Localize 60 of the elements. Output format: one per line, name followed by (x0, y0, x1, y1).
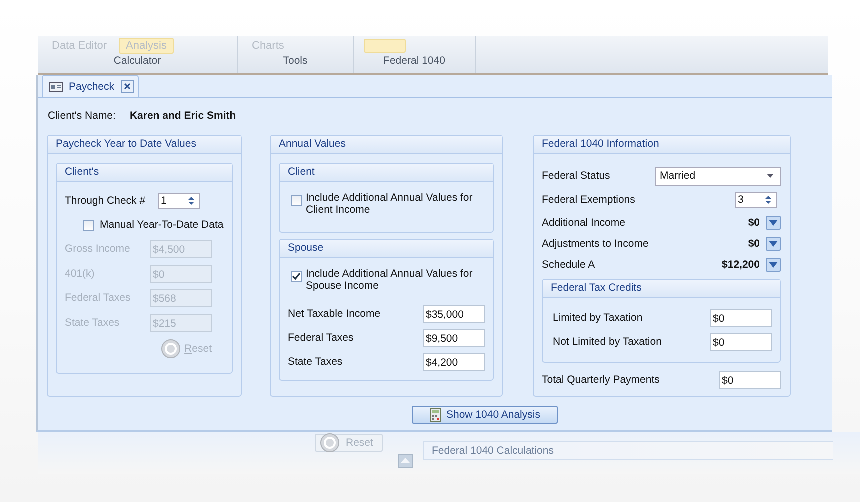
spin-field[interactable]: 1 (158, 193, 200, 209)
panel-title: Federal 1040 Information (534, 136, 790, 154)
panel-title: Federal 1040 Calculations (432, 445, 554, 457)
spin-field[interactable]: 3 (735, 192, 777, 208)
checkbox[interactable] (291, 271, 302, 282)
field-label: Additional Income (542, 216, 626, 228)
field-label: State Taxes (65, 316, 120, 329)
refresh-icon (160, 339, 181, 359)
checkbox[interactable] (291, 195, 302, 206)
group-title: Client's (57, 164, 232, 182)
field-label: Total Quarterly Payments (542, 374, 660, 386)
group-title: Spouse (280, 240, 493, 258)
input-field[interactable]: $4,200 (423, 353, 485, 371)
group-title: Client (280, 164, 493, 182)
client-name: Karen and Eric Smith (130, 110, 236, 124)
dropdown-button-icon[interactable] (766, 258, 781, 272)
close-icon[interactable] (120, 80, 134, 93)
amount: $0 (748, 216, 760, 228)
amount: $12,200 (722, 258, 760, 270)
input-field[interactable]: $0 (719, 371, 781, 389)
field-label: Schedule A (542, 258, 596, 270)
field-label: State Taxes (288, 356, 343, 368)
field-label: 401(k) (65, 268, 95, 280)
field-label: Not Limited by Taxation (553, 336, 662, 348)
card-icon (49, 82, 63, 92)
calculator-icon (430, 408, 440, 422)
status-dropdown[interactable]: Married (655, 166, 781, 186)
checkbox-label: Manual Year-To-Date Data (100, 219, 224, 231)
field-label: Federal Status (542, 170, 610, 182)
input-field[interactable]: $35,000 (423, 305, 485, 323)
dropdown-button-icon[interactable] (766, 236, 781, 250)
group-title: Federal Tax Credits (543, 280, 780, 298)
field-label: Federal Exemptions (542, 194, 636, 206)
ribbon-group-label: Calculator (114, 55, 162, 67)
tab[interactable]: Paycheck (42, 75, 139, 97)
input-field[interactable]: $0 (710, 309, 772, 327)
ribbon-group-label: Federal 1040 (384, 55, 446, 67)
show-analysis-button[interactable]: Show 1040 Analysis (412, 406, 558, 424)
panel-title: Paycheck Year to Date Values (48, 136, 241, 154)
input-field[interactable]: $9,500 (423, 329, 485, 347)
field-label: Net Taxable Income (288, 308, 381, 320)
field-label: Gross Income (65, 243, 130, 256)
field-label: Federal Taxes (65, 292, 131, 304)
field-label: Adjustments to Income (542, 238, 649, 250)
checkbox-label: Include Additional Annual Values for Client Income (306, 192, 474, 216)
spin-arrows-icon (765, 195, 772, 205)
checkbox-label: Include Additional Annual Values for Spouse Income (306, 268, 474, 292)
spin-arrows-icon (188, 196, 195, 206)
client-name-label: Client's Name: (48, 110, 116, 124)
ribbon-group-label: Tools (283, 55, 308, 67)
field-label: Through Check # (65, 195, 146, 207)
amount: $0 (748, 238, 760, 250)
caret-icon (767, 174, 774, 178)
panel-title: Annual Values (271, 136, 502, 154)
dropdown-button-icon[interactable] (766, 216, 781, 230)
input-field[interactable]: $0 (710, 333, 772, 351)
checkbox[interactable] (83, 220, 94, 230)
field-label: Limited by Taxation (553, 312, 643, 324)
refresh-icon (320, 433, 340, 453)
field-label: Federal Taxes (288, 332, 354, 344)
